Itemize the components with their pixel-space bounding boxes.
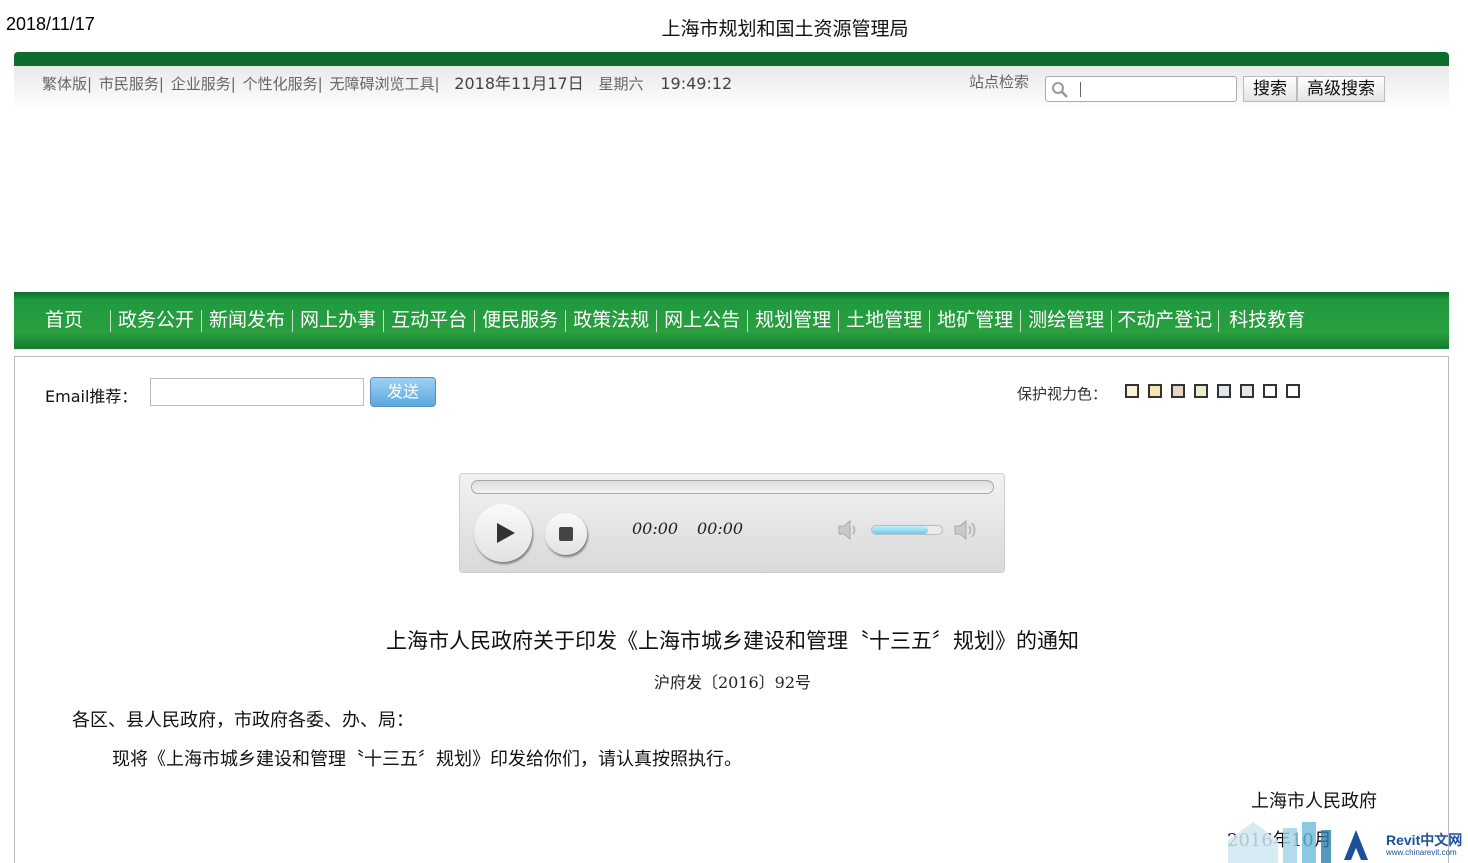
main-nav: 首页 政务公开 新闻发布 网上办事 互动平台 便民服务 政策法规 网上公告 规划… bbox=[14, 292, 1449, 349]
color-swatch[interactable] bbox=[1240, 384, 1254, 398]
color-swatch[interactable] bbox=[1194, 384, 1208, 398]
top-bar: 繁体版| 市民服务| 企业服务| 个性化服务| 无障碍浏览工具| 2018年11… bbox=[14, 52, 1449, 112]
current-date: 2018年11月17日 bbox=[454, 74, 584, 93]
nav-item-online-services[interactable]: 网上办事 bbox=[293, 306, 383, 334]
nav-item-public-services[interactable]: 便民服务 bbox=[475, 306, 565, 334]
color-swatch[interactable] bbox=[1171, 384, 1185, 398]
link-separator: | bbox=[434, 75, 440, 93]
watermark-url: www.chinarevit.com bbox=[1386, 848, 1457, 857]
nav-item-education[interactable]: 科技教育 bbox=[1219, 306, 1312, 334]
link-separator: | bbox=[158, 75, 164, 93]
current-weekday: 星期六 bbox=[598, 75, 644, 93]
audio-progress-bar[interactable] bbox=[471, 480, 994, 494]
volume-slider[interactable] bbox=[871, 525, 943, 535]
email-field[interactable] bbox=[150, 378, 364, 406]
duration-label: 00:00 bbox=[697, 519, 744, 538]
nav-item-real-estate[interactable]: 不动产登记 bbox=[1112, 306, 1218, 334]
document-title: 上海市人民政府关于印发《上海市城乡建设和管理〝十三五〞规划》的通知 bbox=[386, 629, 1079, 653]
article-panel: Email推荐： 发送 保护视力色： 00:00 00:00 上海市人民政府关于… bbox=[14, 356, 1449, 863]
document-body: 现将《上海市城乡建设和管理〝十三五〞规划》印发给你们，请认真按照执行。 bbox=[112, 749, 742, 770]
audio-player: 00:00 00:00 bbox=[459, 473, 1005, 573]
site-search-label: 站点检索 bbox=[969, 73, 1030, 91]
advanced-search-button[interactable]: 高级搜索 bbox=[1297, 76, 1385, 102]
revit-watermark: Revit中文网 www.chinarevit.com bbox=[1228, 800, 1468, 863]
link-separator: | bbox=[87, 75, 93, 93]
link-traditional[interactable]: 繁体版 bbox=[42, 75, 87, 93]
color-swatch[interactable] bbox=[1286, 384, 1300, 398]
nav-item-announcements[interactable]: 网上公告 bbox=[657, 306, 747, 334]
search-icon bbox=[1052, 82, 1068, 98]
link-separator: | bbox=[230, 75, 236, 93]
nav-item-home[interactable]: 首页 bbox=[14, 306, 110, 334]
volume-high-icon[interactable] bbox=[952, 518, 980, 542]
current-time-label: 00:00 bbox=[632, 519, 679, 538]
link-accessibility[interactable]: 无障碍浏览工具 bbox=[329, 75, 434, 93]
color-swatch[interactable] bbox=[1125, 384, 1139, 398]
nav-item-planning[interactable]: 规划管理 bbox=[748, 306, 838, 334]
document-number: 沪府发〔2016〕92号 bbox=[653, 673, 812, 692]
nav-item-government-affairs[interactable]: 政务公开 bbox=[111, 306, 201, 334]
eye-protection-swatches bbox=[1125, 384, 1309, 398]
nav-list: 首页 政务公开 新闻发布 网上办事 互动平台 便民服务 政策法规 网上公告 规划… bbox=[14, 306, 1312, 334]
volume-slider-fill bbox=[872, 526, 928, 534]
link-personal-service[interactable]: 个性化服务 bbox=[243, 75, 318, 93]
nav-item-news[interactable]: 新闻发布 bbox=[202, 306, 292, 334]
nav-item-surveying[interactable]: 测绘管理 bbox=[1021, 306, 1111, 334]
watermark-brand: Revit中文网 bbox=[1386, 832, 1463, 848]
nav-item-land[interactable]: 土地管理 bbox=[839, 306, 929, 334]
link-citizen-service[interactable]: 市民服务 bbox=[99, 75, 159, 93]
email-label: Email推荐： bbox=[45, 387, 138, 406]
eye-protection-label: 保护视力色： bbox=[1017, 385, 1108, 403]
send-button[interactable]: 发送 bbox=[370, 377, 436, 407]
search-input[interactable] bbox=[1045, 76, 1237, 102]
document-salutation: 各区、县人民政府，市政府各委、办、局： bbox=[72, 710, 414, 731]
print-title: 上海市规划和国土资源管理局 bbox=[661, 18, 909, 40]
link-business-service[interactable]: 企业服务 bbox=[171, 75, 231, 93]
color-swatch[interactable] bbox=[1148, 384, 1162, 398]
link-separator: | bbox=[317, 75, 323, 93]
nav-item-policies[interactable]: 政策法规 bbox=[566, 306, 656, 334]
current-time: 19:49:12 bbox=[660, 74, 733, 93]
volume-low-icon[interactable] bbox=[836, 518, 864, 542]
text-cursor bbox=[1080, 82, 1081, 97]
nav-item-mineral[interactable]: 地矿管理 bbox=[930, 306, 1020, 334]
nav-item-interaction[interactable]: 互动平台 bbox=[384, 306, 474, 334]
color-swatch[interactable] bbox=[1217, 384, 1231, 398]
top-links: 繁体版| 市民服务| 企业服务| 个性化服务| 无障碍浏览工具| 2018年11… bbox=[42, 70, 732, 94]
color-swatch[interactable] bbox=[1263, 384, 1277, 398]
search-button[interactable]: 搜索 bbox=[1243, 76, 1297, 102]
play-button[interactable] bbox=[474, 504, 532, 562]
stop-button[interactable] bbox=[545, 513, 587, 555]
watermark-logo-icon bbox=[1228, 822, 1368, 863]
